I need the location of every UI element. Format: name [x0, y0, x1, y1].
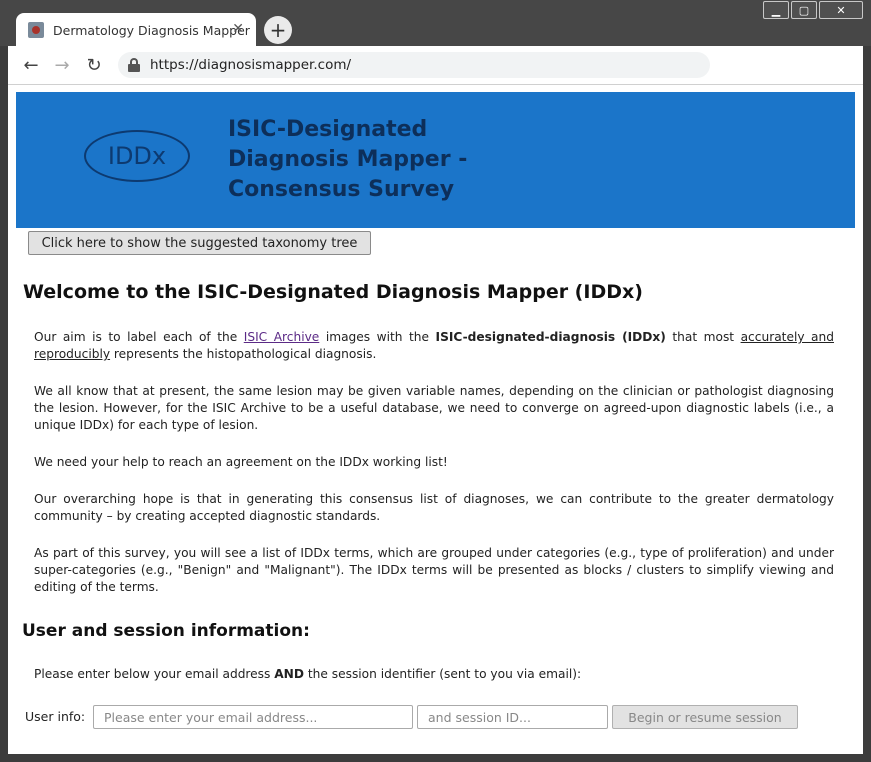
text-span: Please enter below your email address	[34, 667, 275, 681]
banner-title-line: Diagnosis Mapper -	[228, 147, 468, 172]
tab-title: Dermatology Diagnosis Mapper	[53, 22, 250, 38]
url-text: https://diagnosismapper.com/	[150, 57, 352, 73]
close-window-icon[interactable]: ✕	[819, 1, 863, 19]
iddx-bold-text: ISIC-designated-diagnosis (IDDx)	[435, 330, 666, 344]
intro-text: Our aim is to label each of the ISIC Arc…	[34, 329, 834, 616]
survey-paragraph: As part of this survey, you will see a l…	[34, 546, 834, 594]
text-span: Our aim is to label each of the	[34, 330, 244, 344]
header-banner: IDDx ISIC-Designated Diagnosis Mapper - …	[16, 92, 855, 228]
session-section-title: User and session information:	[22, 621, 310, 641]
lock-icon	[128, 58, 140, 72]
user-info-label: User info:	[25, 709, 86, 724]
and-bold-text: AND	[274, 667, 304, 681]
tab-close-icon[interactable]: ✕	[232, 21, 244, 37]
title-bar: ▁ ▢ ✕ Dermatology Diagnosis Mapper ✕ +	[0, 0, 871, 47]
isic-archive-link[interactable]: ISIC Archive	[244, 330, 320, 344]
browser-window: ▁ ▢ ✕ Dermatology Diagnosis Mapper ✕ + ←…	[0, 0, 871, 762]
lesion-names-paragraph: We all know that at present, the same le…	[34, 384, 834, 432]
text-span: the session identifier (sent to you via …	[304, 667, 582, 681]
page-content: IDDx ISIC-Designated Diagnosis Mapper - …	[8, 85, 863, 754]
window-controls: ▁ ▢ ✕	[761, 1, 863, 19]
back-icon[interactable]: ←	[20, 54, 42, 76]
page-title: Welcome to the ISIC-Designated Diagnosis…	[23, 281, 643, 303]
reload-icon[interactable]: ↻	[83, 54, 105, 76]
show-taxonomy-button[interactable]: Click here to show the suggested taxonom…	[28, 231, 371, 255]
help-paragraph: We need your help to reach an agreement …	[34, 455, 448, 469]
session-instructions: Please enter below your email address AN…	[34, 667, 581, 681]
email-field[interactable]	[93, 705, 413, 729]
user-info-row: User info: Begin or resume session	[25, 705, 825, 729]
banner-title-line: Consensus Survey	[228, 177, 455, 202]
banner-title: ISIC-Designated Diagnosis Mapper - Conse…	[228, 115, 488, 205]
minimize-icon[interactable]: ▁	[763, 1, 789, 19]
address-bar[interactable]: https://diagnosismapper.com/	[118, 52, 710, 78]
iddx-logo: IDDx	[84, 130, 190, 182]
session-id-field[interactable]	[417, 705, 608, 729]
aim-paragraph: Our aim is to label each of the ISIC Arc…	[34, 329, 834, 363]
text-span: that most	[665, 330, 741, 344]
browser-toolbar: ← → ↻ https://diagnosismapper.com/	[8, 46, 863, 85]
hope-paragraph: Our overarching hope is that in generati…	[34, 492, 834, 523]
begin-session-button[interactable]: Begin or resume session	[612, 705, 798, 729]
text-span: represents the histopathological diagnos…	[110, 347, 377, 361]
banner-title-line: ISIC-Designated	[228, 117, 428, 142]
new-tab-button[interactable]: +	[264, 16, 292, 44]
forward-icon[interactable]: →	[51, 54, 73, 76]
favicon-icon	[28, 22, 44, 38]
text-span: images with the	[319, 330, 436, 344]
browser-tab[interactable]: Dermatology Diagnosis Mapper ✕	[16, 13, 256, 47]
maximize-icon[interactable]: ▢	[791, 1, 817, 19]
